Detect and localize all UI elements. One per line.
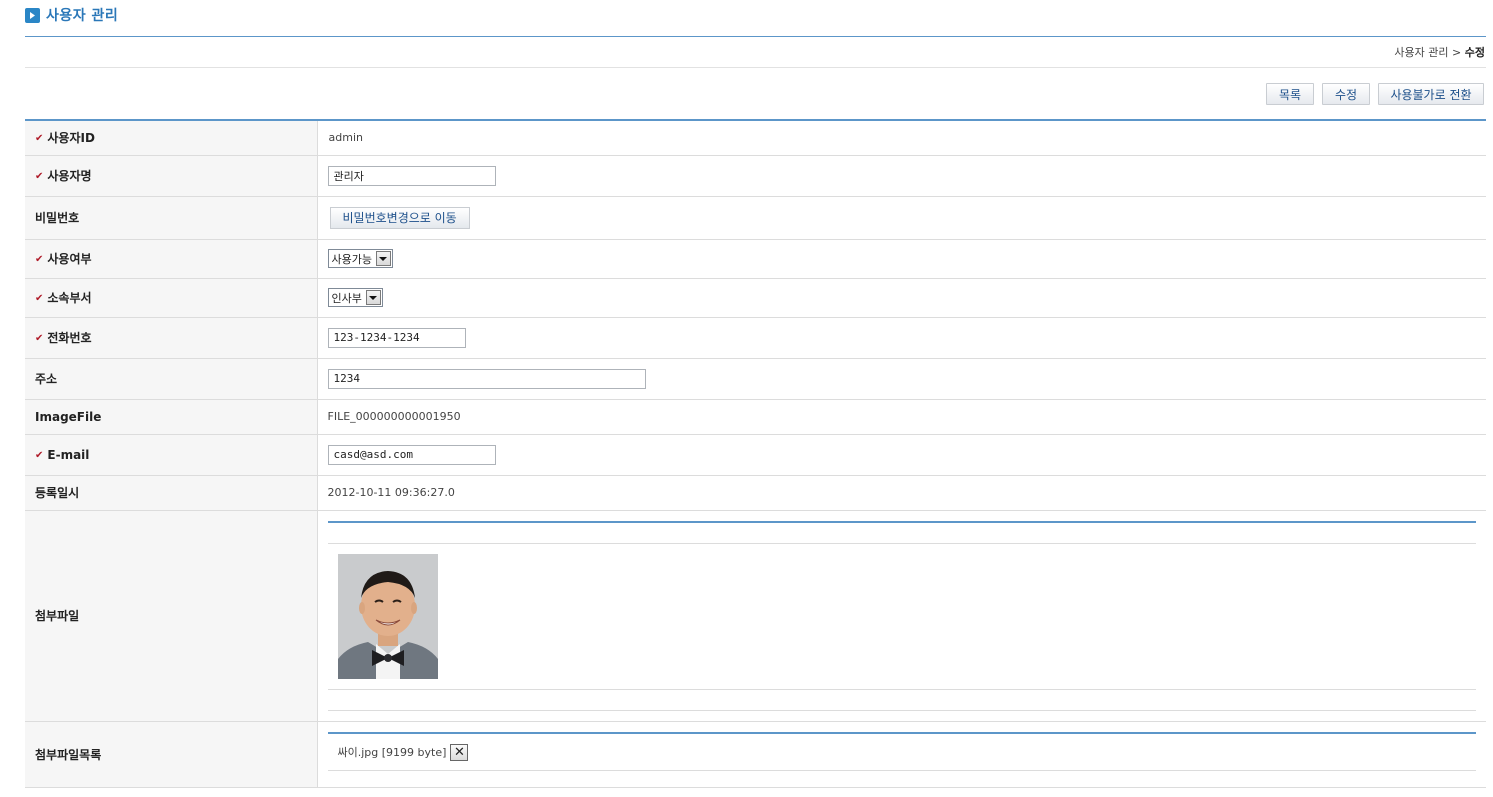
user-name-input[interactable]	[327, 165, 496, 186]
required-check-icon: ✔	[35, 449, 44, 461]
reg-date-value: 2012-10-11 09:36:27.0	[327, 486, 455, 499]
action-toolbar: 목록 수정 사용불가로 전환	[1266, 83, 1484, 105]
row-reg-date: 등록일시 2012-10-11 09:36:27.0	[25, 475, 1486, 511]
user-id-label: 사용자ID	[47, 131, 95, 146]
page-title: 사용자 관리	[46, 8, 119, 24]
row-email: ✔ E-mail	[25, 434, 1486, 476]
address-label: 주소	[35, 372, 58, 386]
attachment-photo	[337, 553, 438, 679]
usage-label: 사용여부	[47, 252, 92, 266]
row-department: ✔ 소속부서 인사부	[25, 278, 1486, 318]
department-label: 소속부서	[47, 291, 92, 305]
usage-select[interactable]: 사용가능	[327, 249, 393, 268]
chevron-down-icon[interactable]	[365, 290, 381, 305]
row-phone: ✔ 전화번호	[25, 317, 1486, 359]
breadcrumb-current: 수정	[1464, 46, 1485, 59]
edit-button[interactable]: 수정	[1322, 83, 1370, 105]
department-selected: 인사부	[331, 291, 362, 305]
image-file-value: FILE_000000000001950	[327, 410, 461, 423]
disable-user-button[interactable]: 사용불가로 전환	[1378, 83, 1484, 105]
row-attachment-list: 첨부파일목록 싸이.jpg [9199 byte] ✕	[25, 721, 1486, 788]
page-header: 사용자 관리	[25, 5, 118, 25]
row-usage: ✔ 사용여부 사용가능	[25, 239, 1486, 279]
attachment-file-item: 싸이.jpg [9199 byte] ✕	[328, 743, 1486, 761]
attachment-label: 첨부파일	[35, 609, 80, 623]
required-check-icon: ✔	[35, 254, 44, 265]
breadcrumb-divider	[25, 67, 1486, 68]
required-check-icon: ✔	[35, 333, 44, 344]
list-button[interactable]: 목록	[1266, 83, 1314, 105]
header-divider	[25, 36, 1486, 37]
row-user-id: ✔ 사용자ID admin	[25, 120, 1486, 156]
breadcrumb: 사용자 관리 > 수정	[1394, 44, 1485, 60]
arrow-right-icon	[25, 7, 40, 23]
user-name-label: 사용자명	[47, 169, 92, 183]
row-user-name: ✔ 사용자명	[25, 155, 1486, 197]
user-form-table: ✔사용자ID admin ✔사용자명 비밀번호 비밀번호변경으로 이동 ✔사용여…	[25, 119, 1486, 788]
required-check-icon: ✔	[35, 171, 44, 182]
attachment-footer-divider	[327, 709, 1476, 711]
required-check-icon: ✔	[35, 133, 44, 145]
required-check-icon: ✔	[35, 293, 44, 304]
row-password: 비밀번호 비밀번호변경으로 이동	[25, 196, 1486, 240]
email-input[interactable]	[327, 444, 496, 465]
breadcrumb-separator: >	[1452, 46, 1462, 59]
attachment-file-name[interactable]: 싸이.jpg [9199 byte]	[338, 744, 447, 760]
usage-selected: 사용가능	[331, 252, 372, 266]
attachment-list-label: 첨부파일목록	[35, 747, 102, 762]
reg-date-label: 등록일시	[35, 486, 80, 500]
breadcrumb-parent: 사용자 관리	[1394, 46, 1449, 59]
department-select[interactable]: 인사부	[327, 288, 383, 307]
phone-input[interactable]	[327, 327, 466, 348]
row-address: 주소	[25, 358, 1486, 400]
image-file-label: ImageFile	[35, 409, 102, 424]
user-id-value: admin	[328, 131, 363, 145]
change-password-button[interactable]: 비밀번호변경으로 이동	[329, 206, 470, 229]
chevron-down-icon[interactable]	[375, 251, 391, 266]
profile-photo-image	[337, 553, 438, 679]
attachment-list-bottom-divider	[327, 769, 1476, 771]
row-image-file: ImageFile FILE_000000000001950	[25, 399, 1486, 435]
row-attachment: 첨부파일	[25, 510, 1486, 722]
close-icon[interactable]: ✕	[450, 743, 469, 761]
phone-label: 전화번호	[47, 331, 92, 345]
address-input[interactable]	[327, 368, 646, 389]
email-label: E-mail	[47, 447, 90, 462]
password-label: 비밀번호	[35, 211, 80, 225]
